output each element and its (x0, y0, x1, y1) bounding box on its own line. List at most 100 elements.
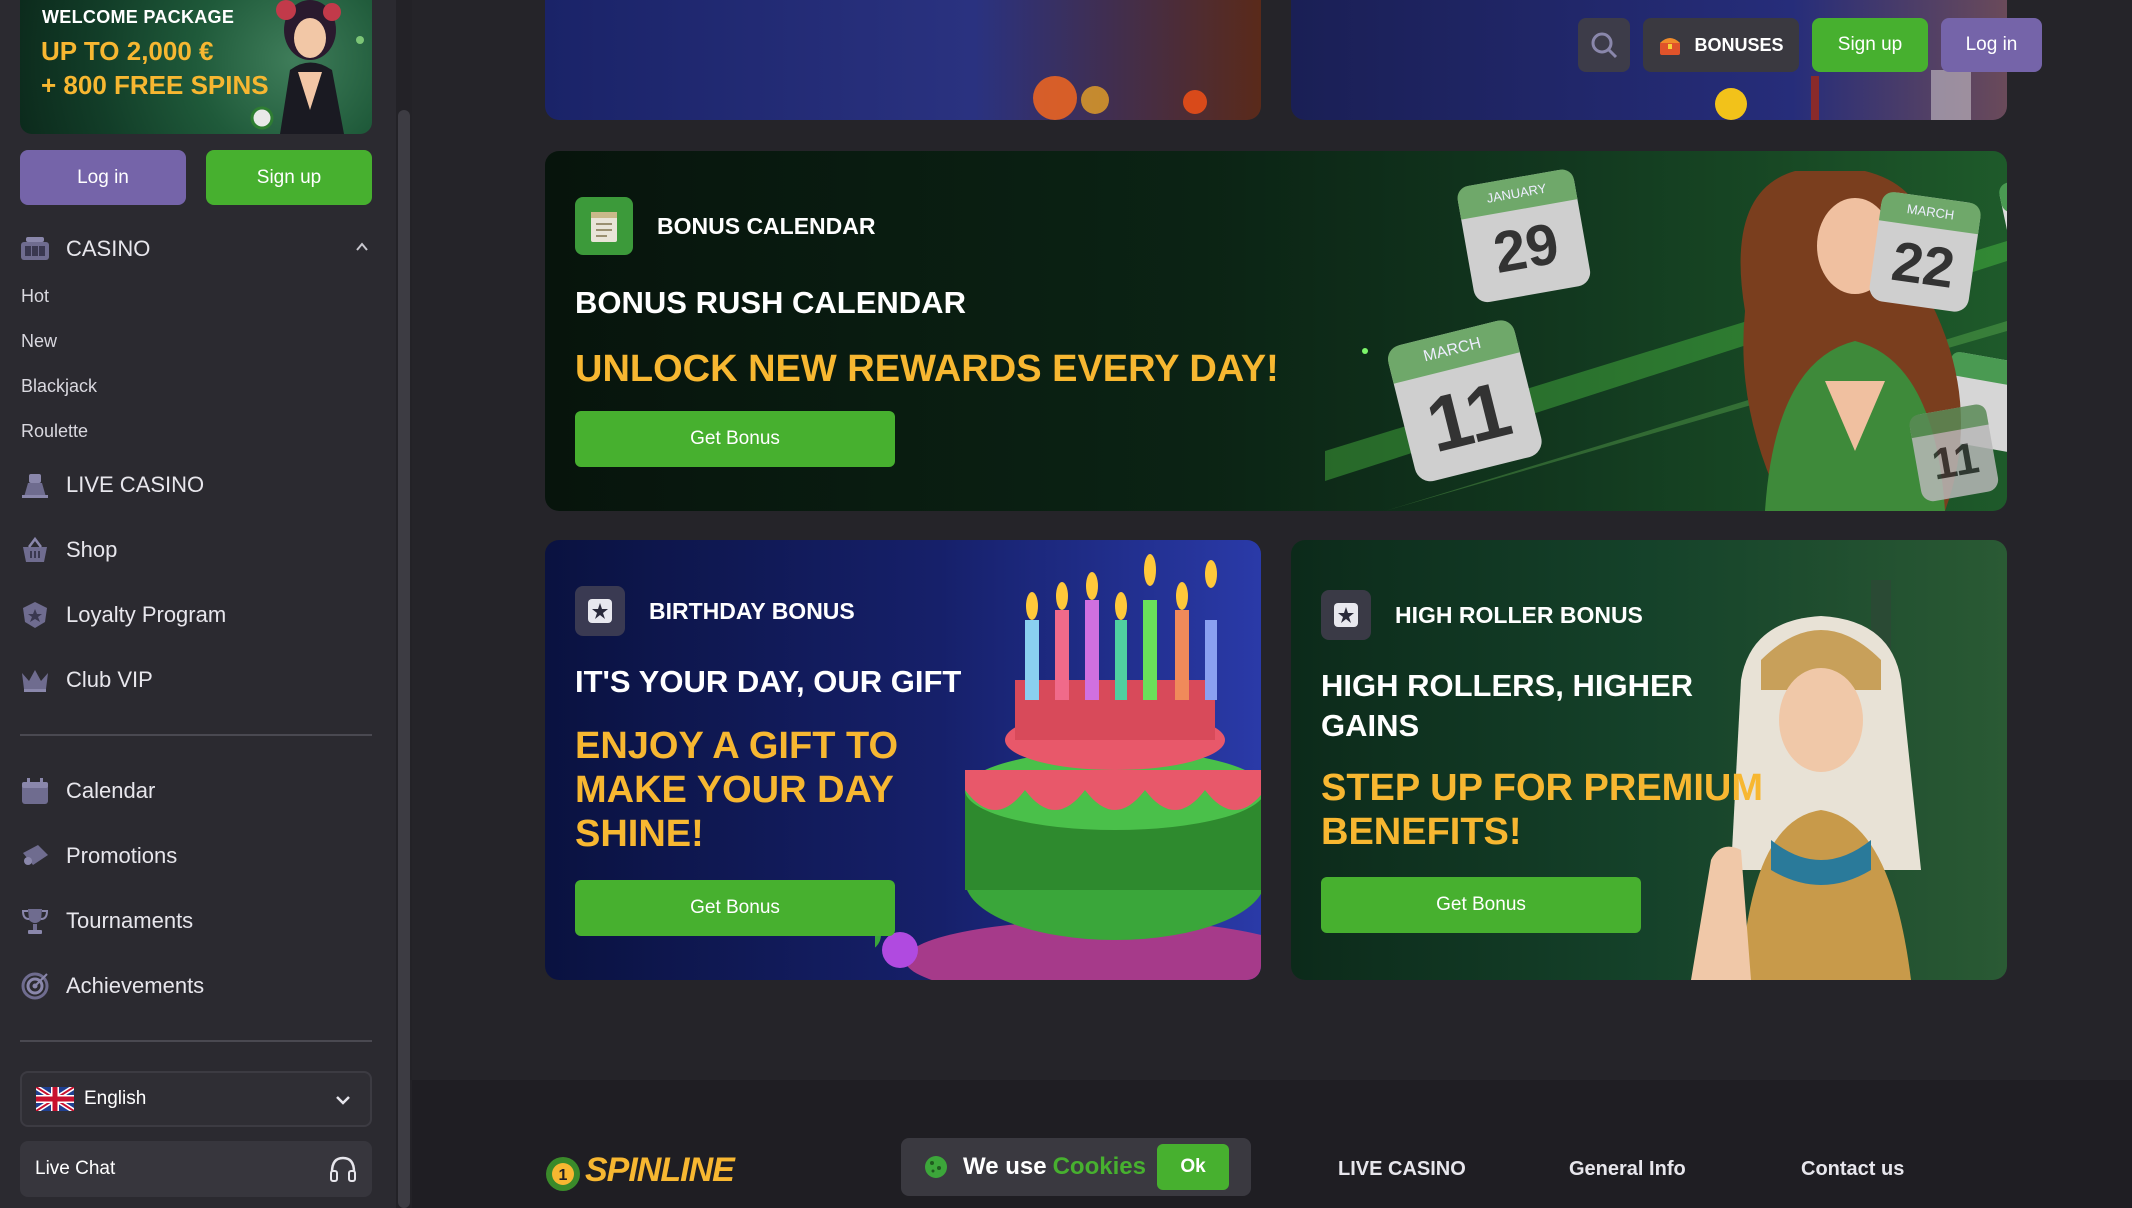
promo-card-art (1033, 76, 1207, 120)
previous-promo-card-left[interactable] (545, 0, 1261, 120)
high-roller-subtitle-line: STEP UP FOR PREMIUM (1321, 767, 1763, 809)
star-badge-icon (1321, 590, 1371, 640)
sidebar-divider (20, 734, 372, 736)
sidebar-item-achievements-label: Achievements (66, 973, 205, 998)
birthday-subtitle-line: ENJOY A GIFT TO (575, 725, 899, 767)
birthday-bonus-title: IT'S YOUR DAY, OUR GIFT (575, 664, 962, 699)
sidebar-scrollbar-thumb[interactable] (398, 110, 410, 1208)
high-roller-get-bonus-button[interactable]: Get Bonus (1321, 877, 1641, 933)
cookie-icon (925, 1156, 947, 1178)
uk-flag-icon (36, 1087, 74, 1111)
sidebar-item-shop-label: Shop (66, 537, 118, 562)
target-icon (20, 971, 50, 1001)
birthday-bonus-badge: BIRTHDAY BONUS (575, 586, 855, 636)
sidebar-item-promotions-label: Promotions (66, 843, 178, 868)
cookie-text-2: Cookies (1052, 1153, 1146, 1180)
cookie-ok-button[interactable]: Ok (1157, 1144, 1229, 1190)
calendar-icon (20, 776, 50, 806)
chevron-up-icon[interactable] (355, 240, 369, 254)
sidebar-item-casino[interactable]: CASINO (20, 234, 150, 264)
promo-character-illustration (250, 0, 364, 134)
ticket-icon (20, 841, 50, 871)
logo-mark-icon: 1 (546, 1157, 580, 1191)
sidebar-sub-hot[interactable]: Hot (21, 286, 49, 307)
high-roller-bonus-card[interactable]: HIGH ROLLER BONUS HIGH ROLLERS, HIGHER G… (1291, 540, 2007, 980)
loyalty-badge-icon (20, 600, 50, 630)
bonus-calendar-badge-label: BONUS CALENDAR (657, 212, 876, 239)
high-roller-subtitle-line: BENEFITS! (1321, 811, 1522, 853)
sidebar-item-live-casino[interactable]: LIVE CASINO (20, 470, 204, 500)
high-roller-character-illustration (1691, 580, 1921, 980)
header-signup-button[interactable]: Sign up (1812, 18, 1928, 72)
promo-line-1: WELCOME PACKAGE (42, 7, 235, 27)
birthday-subtitle-line: MAKE YOUR DAY (575, 769, 894, 811)
crown-icon (20, 665, 50, 695)
language-select-value: English (84, 1088, 147, 1109)
search-icon (1591, 32, 1618, 59)
sidebar-sub-new[interactable]: New (21, 331, 57, 352)
cookie-text-1: We use (963, 1153, 1047, 1180)
welcome-package-banner[interactable]: WELCOME PACKAGE UP TO 2,000 € + 800 FREE… (20, 0, 372, 134)
bonus-calendar-card[interactable]: JANUARY 29 MARCH 22 MARCH 11 11 BONUS CA… (545, 151, 2007, 511)
bonuses-button[interactable]: BONUSES (1643, 18, 1799, 72)
headphones-icon (330, 1156, 356, 1182)
sidebar-item-promotions[interactable]: Promotions (20, 841, 177, 871)
sidebar-signup-button[interactable]: Sign up (206, 150, 372, 205)
bonus-calendar-get-bonus-button[interactable]: Get Bonus (575, 411, 895, 467)
high-roller-badge-label: HIGH ROLLER BONUS (1395, 601, 1643, 628)
birthday-bonus-card[interactable]: BIRTHDAY BONUS IT'S YOUR DAY, OUR GIFT E… (545, 540, 1261, 980)
birthday-bonus-subtitle: ENJOY A GIFT TO MAKE YOUR DAY SHINE! (575, 724, 898, 856)
sidebar-item-tournaments[interactable]: Tournaments (20, 906, 193, 936)
sidebar-item-achievements[interactable]: Achievements (20, 971, 204, 1001)
sidebar-item-calendar[interactable]: Calendar (20, 776, 155, 806)
footer-link-general-info[interactable]: General Info (1569, 1158, 1686, 1181)
sidebar-divider (20, 1040, 372, 1042)
treasure-chest-icon (1660, 38, 1681, 55)
sidebar-login-button[interactable]: Log in (20, 150, 186, 205)
live-casino-icon (20, 470, 50, 500)
spinline-logo-text: SPINLINE (585, 1150, 735, 1189)
sidebar-item-shop[interactable]: Shop (20, 535, 117, 565)
sidebar: WELCOME PACKAGE UP TO 2,000 € + 800 FREE… (0, 0, 396, 1208)
header-login-button[interactable]: Log in (1941, 18, 2042, 72)
search-button[interactable] (1578, 18, 1630, 72)
high-roller-title-line: HIGH ROLLERS, HIGHER (1321, 668, 1694, 703)
sidebar-item-live-casino-label: LIVE CASINO (66, 472, 205, 497)
sidebar-item-tournaments-label: Tournaments (66, 908, 194, 933)
birthday-cake-illustration (875, 554, 1261, 980)
casino-icon (20, 234, 50, 264)
sidebar-item-loyalty[interactable]: Loyalty Program (20, 600, 226, 630)
live-chat-button[interactable]: Live Chat (20, 1141, 372, 1197)
birthday-get-bonus-button[interactable]: Get Bonus (575, 880, 895, 936)
high-roller-subtitle: STEP UP FOR PREMIUM BENEFITS! (1321, 766, 1763, 854)
sidebar-item-casino-label: CASINO (66, 236, 151, 261)
birthday-subtitle-line: SHINE! (575, 813, 704, 855)
language-select[interactable]: English (20, 1071, 372, 1127)
high-roller-title-line: GAINS (1321, 708, 1420, 743)
sidebar-item-club-vip[interactable]: Club VIP (20, 665, 153, 695)
footer-link-live-casino[interactable]: LIVE CASINO (1338, 1158, 1466, 1181)
promo-line-3: + 800 FREE SPINS (41, 70, 269, 100)
sidebar-item-club-vip-label: Club VIP (66, 667, 153, 692)
shop-basket-icon (20, 535, 50, 565)
calendar-date-card: 11 (1907, 402, 2001, 504)
sidebar-sub-roulette[interactable]: Roulette (21, 421, 88, 442)
bonuses-label: BONUSES (1694, 34, 1784, 55)
promo-line-2: UP TO 2,000 € (41, 36, 214, 66)
high-roller-title: HIGH ROLLERS, HIGHER GAINS (1321, 666, 1693, 746)
cookie-banner: We use Cookies Ok (901, 1138, 1251, 1196)
footer-link-contact-us[interactable]: Contact us (1801, 1158, 1904, 1181)
sidebar-item-calendar-label: Calendar (66, 778, 156, 803)
high-roller-badge: HIGH ROLLER BONUS (1321, 590, 1643, 640)
spinline-logo[interactable]: 1 SPINLINE (543, 1144, 735, 1196)
calendar-date-day: 22 (1888, 228, 1959, 300)
sidebar-scrollbar[interactable] (396, 0, 412, 1208)
bonus-calendar-subtitle: UNLOCK NEW REWARDS EVERY DAY! (575, 348, 1279, 390)
bonus-calendar-badge: BONUS CALENDAR (575, 197, 876, 255)
calendar-badge-icon (575, 197, 633, 255)
sidebar-sub-blackjack[interactable]: Blackjack (21, 376, 97, 397)
trophy-icon (20, 906, 50, 936)
live-chat-label: Live Chat (35, 1158, 116, 1179)
birthday-bonus-badge-label: BIRTHDAY BONUS (649, 597, 855, 624)
calendar-date-day: 11 (1928, 433, 1983, 490)
